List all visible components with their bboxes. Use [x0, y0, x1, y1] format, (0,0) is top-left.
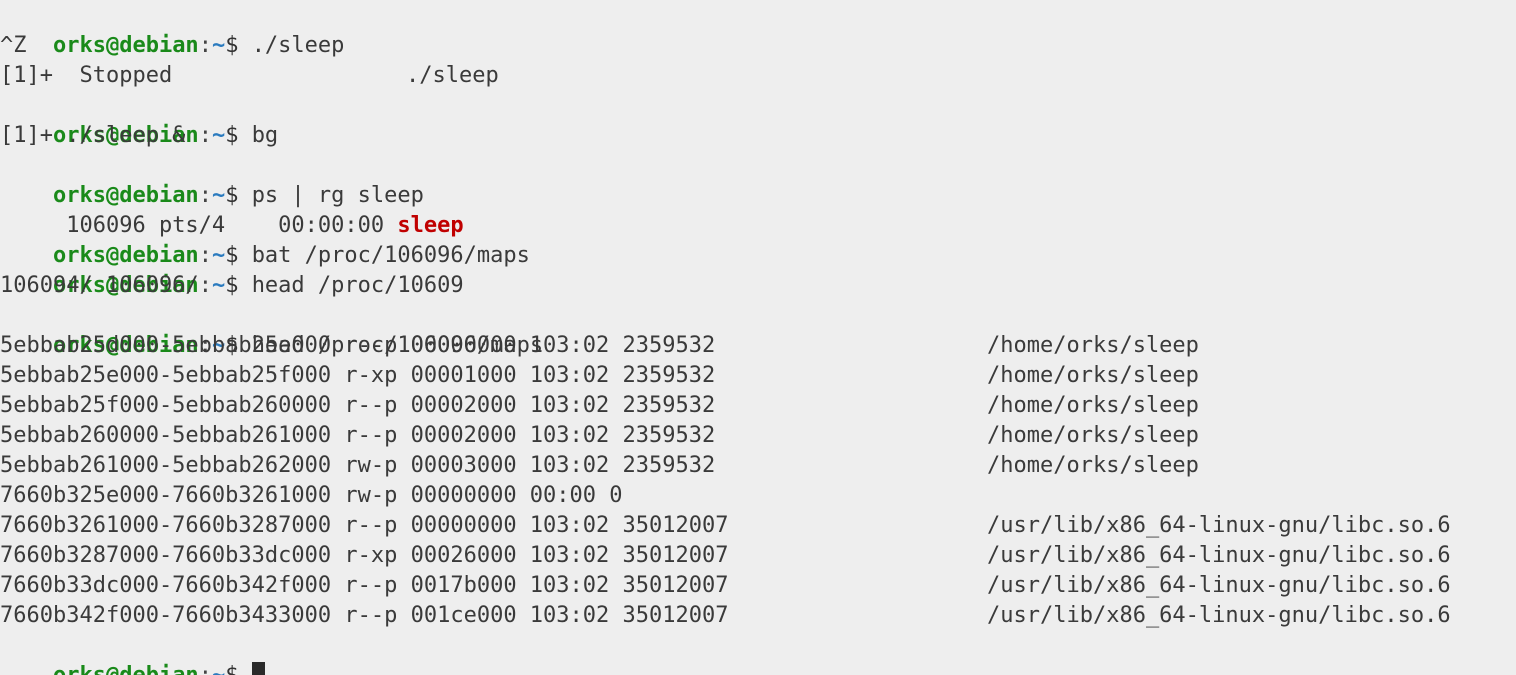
prompt-dollar: $: [225, 663, 252, 675]
maps-path: /usr/lib/x86_64-linux-gnu/libc.so.6: [987, 603, 1451, 628]
maps-path: /home/orks/sleep: [987, 363, 1199, 388]
maps-row: 5ebbab261000-5ebbab262000 rw-p 00003000 …: [0, 451, 1516, 481]
prompt-cwd: ~: [212, 663, 225, 675]
maps-entry: 7660b325e000-7660b3261000 rw-p 00000000 …: [0, 483, 623, 508]
maps-path: /usr/lib/x86_64-linux-gnu/libc.so.6: [987, 573, 1451, 598]
maps-row: 7660b325e000-7660b3261000 rw-p 00000000 …: [0, 481, 1516, 511]
prompt-separator: :: [198, 273, 212, 298]
prompt-line: orks@debian:~$ head /proc/10609: [0, 241, 464, 298]
command-text: ./sleep: [251, 33, 345, 58]
output-line: 106096 pts/4 00:00:00 sleep: [0, 181, 463, 238]
command-text: head /proc/10609: [251, 273, 464, 298]
prompt-dollar: $: [225, 33, 252, 58]
maps-path: /usr/lib/x86_64-linux-gnu/libc.so.6: [987, 513, 1451, 538]
prompt-user: orks@debian: [53, 663, 199, 675]
active-prompt-line[interactable]: orks@debian:~$: [0, 631, 265, 675]
maps-row: 5ebbab25e000-5ebbab25f000 r-xp 00001000 …: [0, 361, 1516, 391]
prompt-separator: :: [198, 33, 212, 58]
maps-row: 5ebbab25f000-5ebbab260000 r--p 00002000 …: [0, 391, 1516, 421]
maps-row: 7660b3261000-7660b3287000 r--p 00000000 …: [0, 511, 1516, 541]
prompt-line: orks@debian:~$ head /proc/106096/maps: [0, 301, 543, 358]
maps-entry: 7660b342f000-7660b3433000 r--p 001ce000 …: [0, 603, 729, 628]
prompt-cwd: ~: [211, 33, 226, 58]
text-cursor[interactable]: [251, 662, 265, 675]
output-line: ^Z: [0, 33, 27, 58]
maps-entry: 7660b3261000-7660b3287000 r--p 00000000 …: [0, 513, 729, 538]
maps-row: 7660b342f000-7660b3433000 r--p 001ce000 …: [0, 601, 1516, 631]
terminal-window[interactable]: orks@debian:~$ ./sleep ^Z [1]+ Stopped .…: [0, 0, 1516, 675]
prompt-cwd: ~: [211, 273, 226, 298]
prompt-separator: :: [199, 663, 212, 675]
maps-row: 7660b33dc000-7660b342f000 r--p 0017b000 …: [0, 571, 1516, 601]
maps-path: /home/orks/sleep: [987, 333, 1199, 358]
command-text: bg: [251, 123, 279, 148]
maps-path: /usr/lib/x86_64-linux-gnu/libc.so.6: [987, 543, 1451, 568]
job-command: ./sleep: [406, 63, 499, 88]
prompt-line: orks@debian:~$ ./sleep: [0, 1, 344, 58]
prompt-line: orks@debian:~$ ps | rg sleep: [0, 151, 424, 208]
prompt-line: orks@debian:~$ bat /proc/106096/maps: [0, 211, 530, 268]
maps-entry: 5ebbab261000-5ebbab262000 rw-p 00003000 …: [0, 453, 716, 478]
maps-path: /home/orks/sleep: [987, 393, 1199, 418]
job-status: [1]+ Stopped: [0, 63, 173, 88]
prompt-separator: :: [198, 123, 212, 148]
prompt-cwd: ~: [211, 123, 226, 148]
maps-entry: 5ebbab260000-5ebbab261000 r--p 00002000 …: [0, 423, 716, 448]
maps-entry: 5ebbab25f000-5ebbab260000 r--p 00002000 …: [0, 393, 716, 418]
prompt-line: orks@debian:~$ bg: [0, 91, 278, 148]
prompt-dollar: $: [225, 123, 252, 148]
maps-entry: 5ebbab25e000-5ebbab25f000 r-xp 00001000 …: [0, 363, 716, 388]
prompt-dollar: $: [225, 273, 252, 298]
maps-row: 7660b3287000-7660b33dc000 r-xp 00026000 …: [0, 541, 1516, 571]
prompt-user: orks@debian: [52, 33, 199, 58]
maps-row: 5ebbab25d000-5ebbab25e000 r--p 00000000 …: [0, 331, 1516, 361]
maps-entry: 7660b33dc000-7660b342f000 r--p 0017b000 …: [0, 573, 729, 598]
maps-path: /home/orks/sleep: [987, 423, 1199, 448]
maps-row: 5ebbab260000-5ebbab261000 r--p 00002000 …: [0, 421, 1516, 451]
maps-entry: 7660b3287000-7660b33dc000 r-xp 00026000 …: [0, 543, 729, 568]
output-line: [1]+ Stopped ./sleep: [0, 61, 700, 91]
completion-candidates: 106094/ 106096/: [0, 273, 199, 298]
maps-entry: 5ebbab25d000-5ebbab25e000 r--p 00000000 …: [0, 333, 716, 358]
maps-path: /home/orks/sleep: [987, 453, 1199, 478]
output-line: [1]+ ./sleep &: [0, 123, 186, 148]
